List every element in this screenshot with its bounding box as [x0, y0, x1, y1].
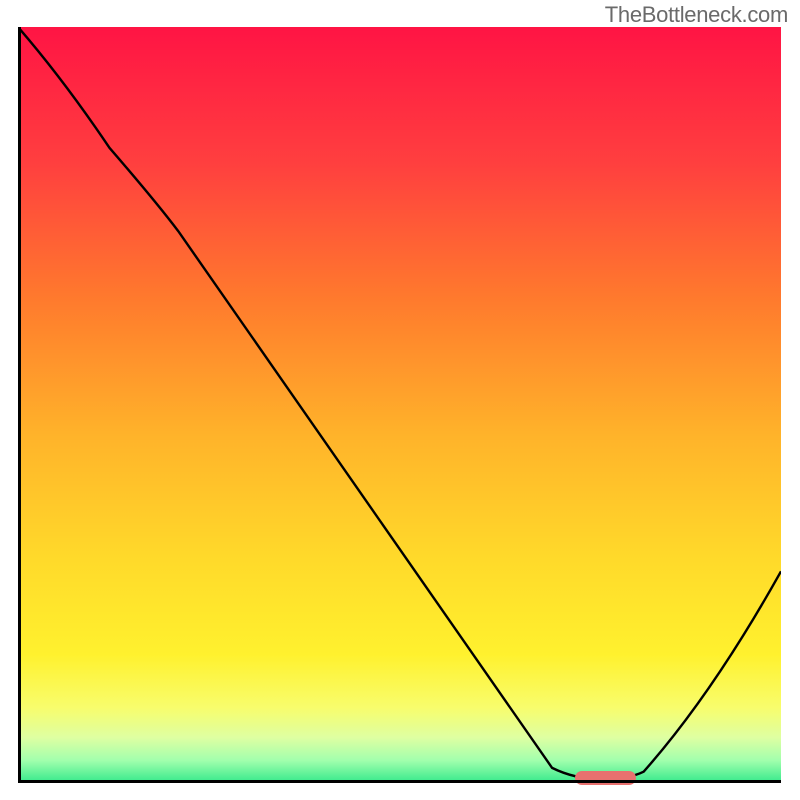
watermark-text: TheBottleneck.com — [605, 2, 788, 28]
bottleneck-curve — [18, 27, 781, 783]
optimum-marker — [575, 771, 636, 785]
y-axis — [18, 27, 21, 783]
plot-area — [18, 27, 781, 783]
x-axis — [18, 780, 781, 783]
chart-container: TheBottleneck.com — [0, 0, 800, 800]
